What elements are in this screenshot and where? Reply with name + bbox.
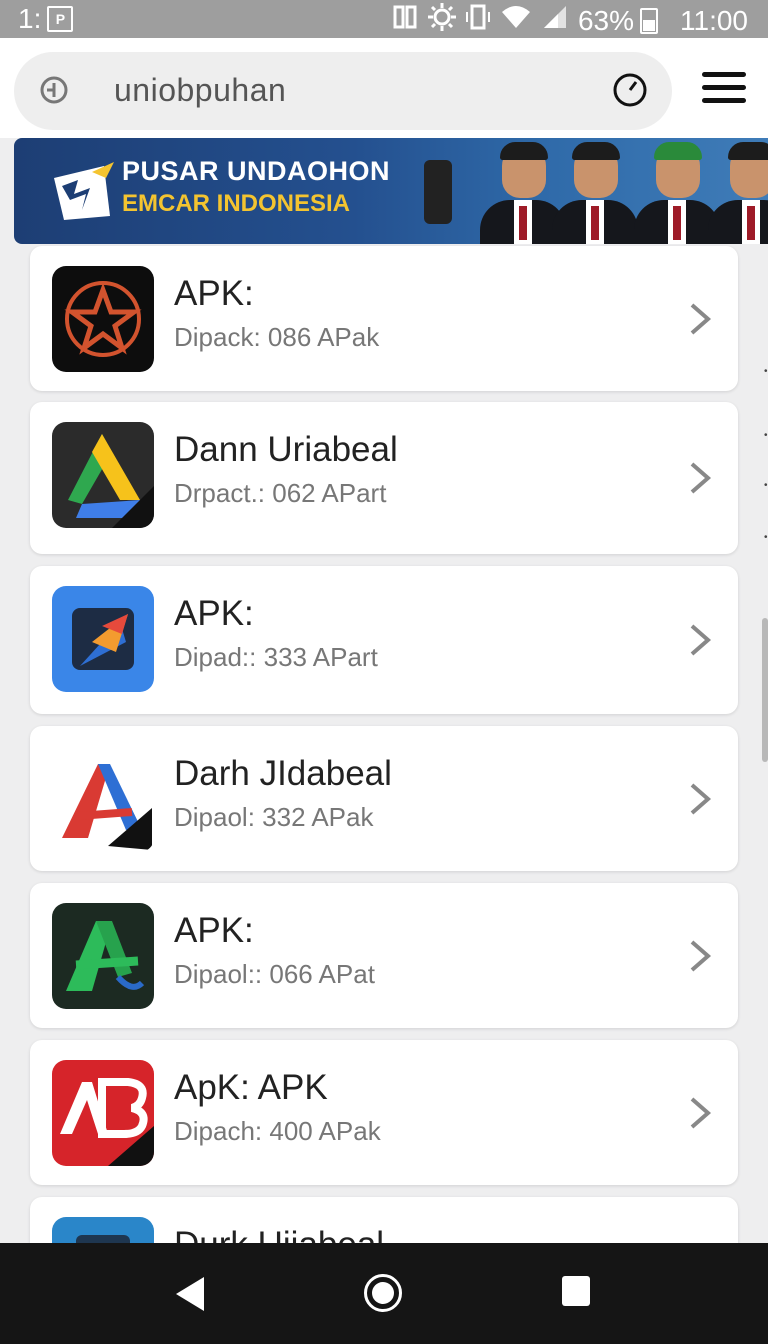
app-subtitle: Dipaol: 332 APak	[174, 802, 374, 832]
app-list-item[interactable]: ApK: APK Dipach: 400 APak	[30, 1040, 738, 1185]
app-list-item[interactable]: APK: Dipad:: 333 APart	[30, 566, 738, 714]
app-list-item[interactable]: Darh JIdabeal Dipaol: 332 APak	[30, 726, 738, 871]
letter-a-app-icon	[52, 746, 154, 852]
app-subtitle: Drpact.: 062 APart	[174, 478, 387, 508]
green-a-app-icon	[52, 903, 154, 1009]
banner-logo-icon	[44, 158, 120, 228]
app-list-item[interactable]: APK: Dipaol:: 066 APat	[30, 883, 738, 1028]
signal-icon	[542, 4, 568, 37]
arrow-app-icon	[52, 586, 154, 692]
brightness-icon	[427, 3, 456, 38]
status-left-text: 1:	[18, 3, 42, 34]
chevron-right-icon	[690, 624, 712, 656]
app-subtitle: Dipad:: 333 APart	[174, 642, 378, 672]
nfc-icon	[392, 4, 418, 37]
clock: 11:00	[680, 4, 748, 36]
app-subtitle: Dipach: 400 APak	[174, 1116, 381, 1146]
banner-title: PUSAR UNDAOHON	[122, 156, 391, 186]
parking-icon: P	[47, 6, 74, 32]
system-nav-bar	[0, 1243, 768, 1344]
scrollbar[interactable]	[762, 618, 768, 762]
app-subtitle: Dipaol:: 066 APat	[174, 959, 375, 989]
app-subtitle: Dipack: 086 APak	[174, 322, 380, 352]
edge-dot: •	[764, 430, 768, 441]
home-icon[interactable]	[364, 1274, 402, 1312]
microphone-icon	[424, 160, 452, 224]
timer-icon[interactable]	[612, 72, 648, 108]
promo-banner[interactable]: PUSAR UNDAOHON EMCAR INDONESIA	[14, 138, 768, 244]
app-title: Darh JIdabeal	[174, 754, 392, 793]
app-title: APK:	[174, 274, 254, 313]
battery-icon	[640, 7, 658, 34]
battery-percent: 63%	[577, 4, 634, 36]
search-query[interactable]: uniobpuhan	[114, 72, 286, 109]
vibrate-icon	[465, 4, 490, 37]
app-list-item[interactable]: Dann Uriabeal Drpact.: 062 APart	[30, 402, 738, 554]
chevron-right-icon	[690, 782, 712, 815]
status-bar: 1: P 63% 11:00	[0, 0, 768, 38]
edge-dot: •	[764, 480, 768, 491]
ab-app-icon	[52, 1060, 154, 1166]
menu-icon[interactable]	[702, 72, 746, 106]
globe-icon	[38, 74, 70, 106]
chevron-right-icon	[690, 462, 712, 494]
app-title: Dann Uriabeal	[174, 430, 398, 469]
edge-dot: •	[764, 366, 768, 377]
app-title: APK:	[174, 594, 254, 633]
app-title: ApK: APK	[174, 1068, 328, 1107]
recent-apps-icon[interactable]	[562, 1276, 590, 1306]
chevron-right-icon	[690, 302, 712, 335]
app-list-item[interactable]: APK: Dipack: 086 APak	[30, 246, 738, 391]
app-title: APK:	[174, 911, 254, 950]
star-app-icon	[52, 266, 154, 372]
wifi-icon	[500, 4, 532, 37]
search-box[interactable]: uniobpuhan	[14, 52, 672, 130]
chevron-right-icon	[690, 1096, 712, 1129]
back-icon[interactable]	[176, 1277, 204, 1311]
banner-person	[552, 142, 638, 244]
triangle-app-icon	[52, 422, 154, 528]
banner-subtitle: EMCAR INDONESIA	[122, 190, 351, 217]
chevron-right-icon	[690, 939, 712, 972]
edge-dot: •	[764, 532, 768, 543]
top-app-bar: uniobpuhan	[0, 38, 768, 138]
banner-person	[708, 142, 768, 244]
